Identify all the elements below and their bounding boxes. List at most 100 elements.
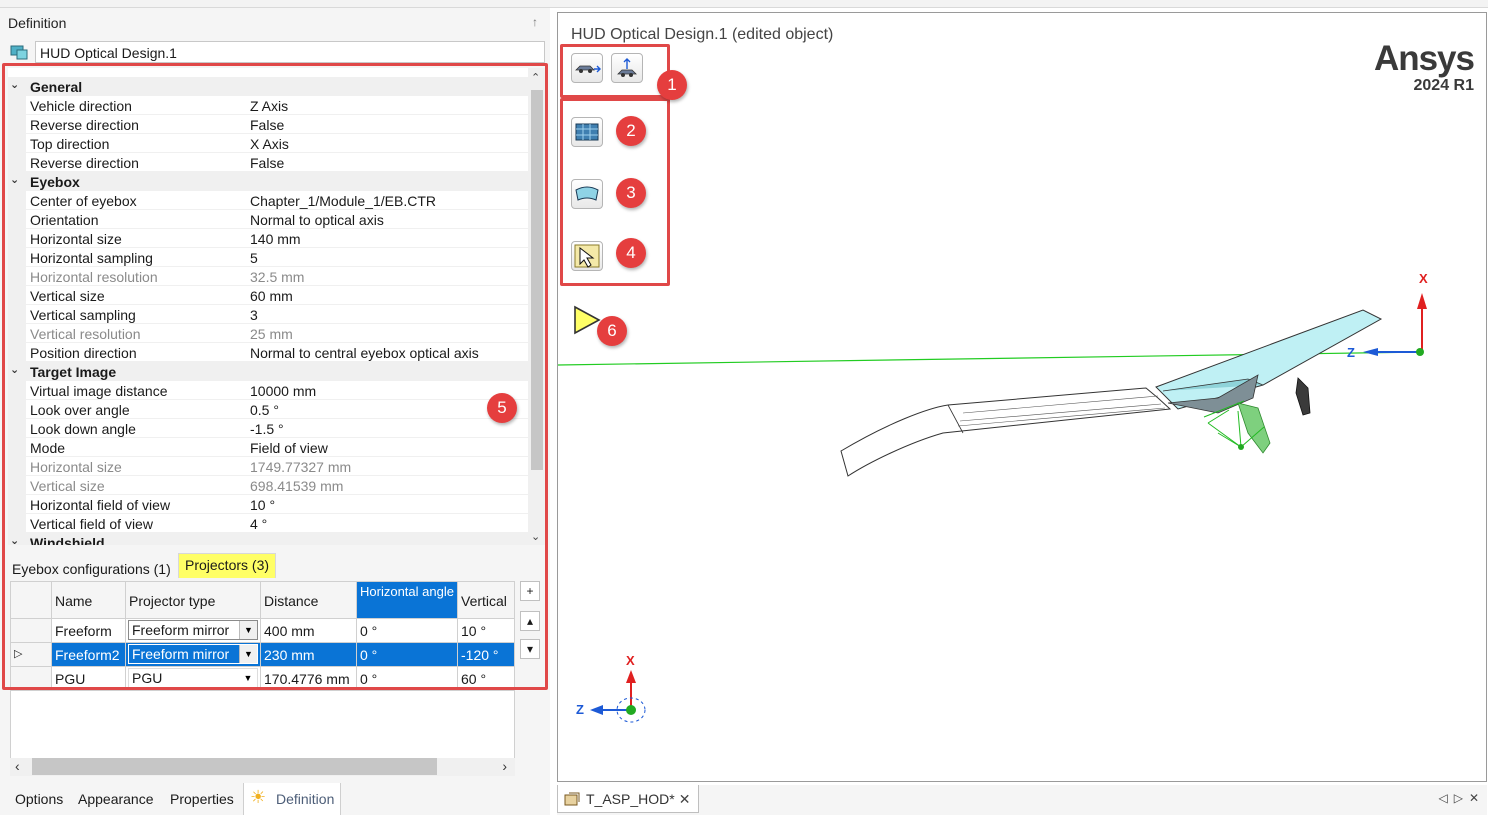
chevron-down-icon[interactable]: ⌄ — [10, 173, 19, 186]
scene-canvas[interactable]: X Z X Z — [558, 13, 1488, 783]
prop-top-direction[interactable]: Top direction X Axis — [8, 134, 528, 153]
prop-h-sampling[interactable]: Horizontal sampling 5 — [8, 248, 528, 267]
cell-distance[interactable]: 170.4776 mm — [261, 667, 357, 691]
column-header-name[interactable]: Name — [52, 582, 126, 619]
cell-vertical[interactable]: 10 ° — [458, 619, 514, 643]
prop-eyebox-h-size[interactable]: Horizontal size 140 mm — [8, 229, 528, 248]
cell-vertical[interactable]: -120 ° — [458, 643, 514, 667]
category-target-image[interactable]: ⌄ Target Image — [8, 362, 528, 381]
chevron-down-icon[interactable]: ⌄ — [10, 78, 19, 91]
prop-look-over-angle[interactable]: Look over angle 0.5 ° — [8, 400, 528, 419]
chevron-down-icon[interactable]: ⌄ — [10, 363, 19, 376]
document-tab[interactable]: T_ASP_HOD* ✕ — [557, 785, 700, 813]
scroll-thumb[interactable] — [531, 90, 543, 470]
tab-appearance[interactable]: Appearance — [78, 791, 154, 807]
cell-h-angle[interactable]: 0 ° — [357, 667, 458, 691]
prop-value[interactable]: 0.5 ° — [250, 402, 279, 418]
prop-orientation[interactable]: Orientation Normal to optical axis — [8, 210, 528, 229]
prop-value[interactable]: 3 — [250, 307, 258, 323]
object-name-field[interactable]: HUD Optical Design.1 — [35, 41, 545, 63]
cell-name[interactable]: PGU — [52, 667, 126, 691]
projector-type-dropdown[interactable]: Freeform mirror ▼ — [128, 644, 258, 664]
chevron-down-icon[interactable]: ⌄ — [10, 534, 19, 545]
vehicle-direction-button[interactable] — [571, 53, 603, 83]
projector-type-dropdown[interactable]: PGU ▼ — [128, 668, 258, 688]
prop-value[interactable]: 5 — [250, 250, 258, 266]
prop-value[interactable]: X Axis — [250, 136, 289, 152]
add-projector-button[interactable]: + — [520, 581, 540, 601]
scroll-thumb[interactable] — [32, 758, 437, 775]
tab-nav-arrows[interactable]: ◁▷✕ — [1438, 791, 1485, 805]
pin-icon[interactable]: ↑ — [532, 15, 538, 29]
eyebox-button[interactable] — [571, 117, 603, 147]
tab-prev-icon[interactable]: ◁ — [1438, 791, 1453, 805]
prop-value[interactable]: Z Axis — [250, 98, 288, 114]
prop-value[interactable]: False — [250, 155, 284, 171]
prop-value[interactable]: False — [250, 117, 284, 133]
prop-value[interactable]: 10000 mm — [250, 383, 316, 399]
column-header-distance[interactable]: Distance — [261, 582, 357, 619]
prop-value[interactable]: 10 ° — [250, 497, 275, 513]
3d-viewport[interactable]: HUD Optical Design.1 (edited object) Ans… — [557, 12, 1487, 782]
scroll-left-icon[interactable]: ‹ — [15, 758, 20, 774]
category-general[interactable]: ⌄ General — [8, 77, 528, 96]
close-icon[interactable]: ✕ — [679, 791, 691, 807]
scroll-up-icon[interactable]: ⌃ — [531, 71, 540, 84]
windshield-button[interactable] — [571, 179, 603, 209]
prop-look-down-angle[interactable]: Look down angle -1.5 ° — [8, 419, 528, 438]
cell-name[interactable]: Freeform — [52, 619, 126, 643]
prop-v-sampling[interactable]: Vertical sampling 3 — [8, 305, 528, 324]
close-all-icon[interactable]: ✕ — [1469, 791, 1485, 805]
column-header-h-angle[interactable]: Horizontal angle — [357, 582, 458, 619]
tab-eyebox-configurations[interactable]: Eyebox configurations (1) — [8, 559, 175, 579]
tab-properties[interactable]: Properties — [170, 791, 234, 807]
prop-value[interactable]: 140 mm — [250, 231, 301, 247]
prop-value[interactable]: Field of view — [250, 440, 328, 456]
top-direction-button[interactable] — [611, 53, 643, 83]
tab-projectors[interactable]: Projectors (3) — [178, 553, 277, 578]
move-down-button[interactable]: ▾ — [520, 639, 540, 659]
select-geometry-button[interactable] — [571, 241, 603, 271]
prop-value[interactable]: -1.5 ° — [250, 421, 284, 437]
prop-value[interactable]: 4 ° — [250, 516, 267, 532]
cell-type[interactable]: PGU ▼ — [126, 667, 261, 691]
cell-vertical[interactable]: 60 ° — [458, 667, 514, 691]
prop-v-fov[interactable]: Vertical field of view 4 ° — [8, 514, 528, 533]
chevron-down-icon[interactable]: ▼ — [239, 621, 257, 639]
row-header-current[interactable]: ▷ — [11, 643, 52, 667]
prop-value[interactable]: Chapter_1/Module_1/EB.CTR — [250, 193, 436, 209]
prop-value[interactable]: Normal to optical axis — [250, 212, 384, 228]
table-horizontal-scrollbar[interactable]: ‹ › — [10, 758, 515, 776]
prop-value[interactable]: Normal to central eyebox optical axis — [250, 345, 479, 361]
tab-next-icon[interactable]: ▷ — [1454, 791, 1469, 805]
prop-eyebox-v-size[interactable]: Vertical size 60 mm — [8, 286, 528, 305]
cell-distance[interactable]: 400 mm — [261, 619, 357, 643]
cell-type[interactable]: Freeform mirror ▼ — [126, 619, 261, 643]
prop-vehicle-direction[interactable]: Vehicle direction Z Axis — [8, 96, 528, 115]
prop-h-fov[interactable]: Horizontal field of view 10 ° — [8, 495, 528, 514]
prop-position-direction[interactable]: Position direction Normal to central eye… — [8, 343, 528, 362]
chevron-down-icon[interactable]: ▼ — [239, 669, 257, 687]
cell-distance[interactable]: 230 mm — [261, 643, 357, 667]
cell-h-angle[interactable]: 0 ° — [357, 619, 458, 643]
chevron-down-icon[interactable]: ▼ — [239, 645, 257, 663]
scroll-right-icon[interactable]: › — [502, 758, 507, 774]
prop-mode[interactable]: Mode Field of view — [8, 438, 528, 457]
cell-name[interactable]: Freeform2 — [52, 643, 126, 667]
tab-options[interactable]: Options — [15, 791, 63, 807]
prop-virtual-image-distance[interactable]: Virtual image distance 10000 mm — [8, 381, 528, 400]
category-eyebox[interactable]: ⌄ Eyebox — [8, 172, 528, 191]
row-header[interactable] — [11, 667, 52, 691]
category-windshield[interactable]: ⌄ Windshield — [8, 533, 528, 545]
scroll-down-icon[interactable]: ⌄ — [531, 530, 540, 543]
tab-definition[interactable]: ☀ Definition — [243, 783, 341, 815]
property-scrollbar[interactable]: ⌃ ⌄ — [528, 68, 546, 545]
row-header[interactable] — [11, 619, 52, 643]
prop-center-of-eyebox[interactable]: Center of eyebox Chapter_1/Module_1/EB.C… — [8, 191, 528, 210]
column-header-vertical[interactable]: Vertical — [458, 582, 514, 619]
cell-h-angle[interactable]: 0 ° — [357, 643, 458, 667]
move-up-button[interactable]: ▴ — [520, 611, 540, 631]
prop-value[interactable]: 60 mm — [250, 288, 293, 304]
cell-type[interactable]: Freeform mirror ▼ — [126, 643, 261, 667]
projector-type-dropdown[interactable]: Freeform mirror ▼ — [128, 620, 258, 640]
